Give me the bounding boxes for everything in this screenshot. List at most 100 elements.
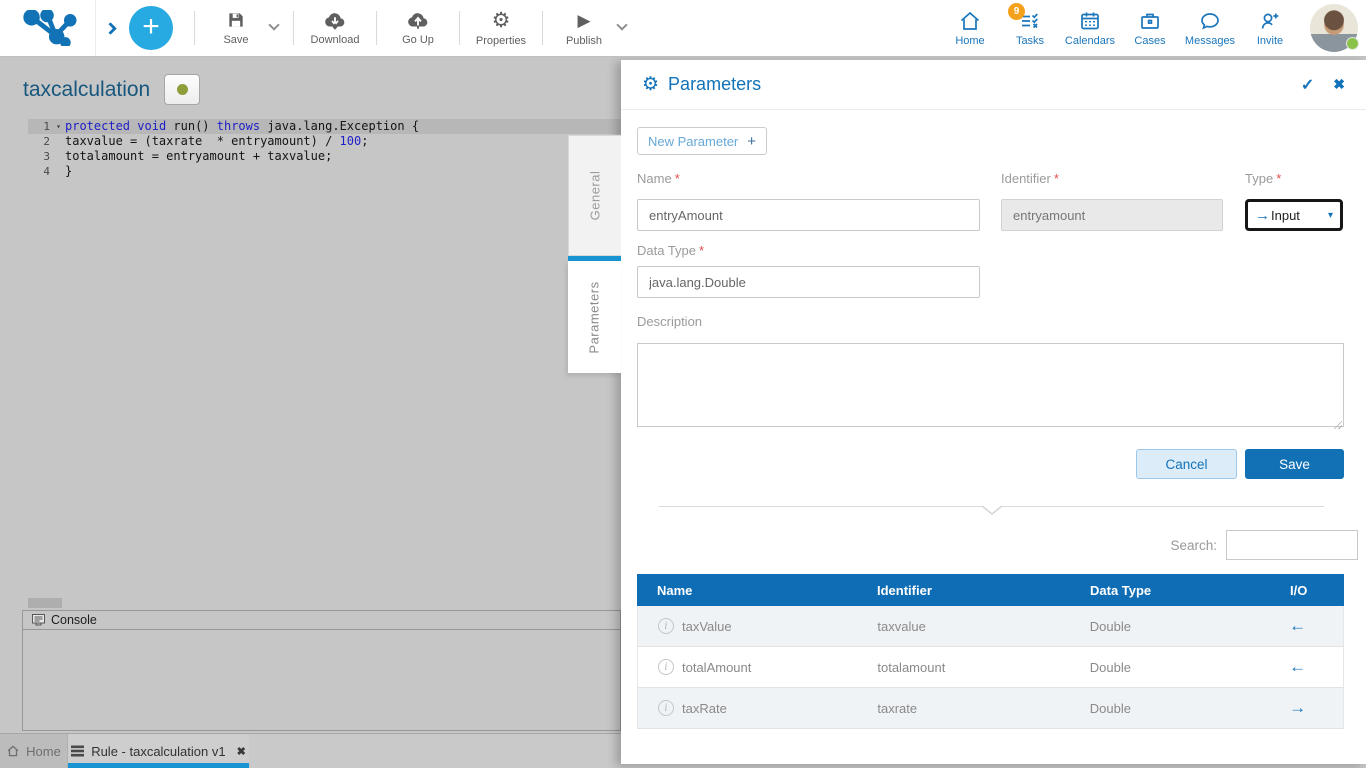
parameters-panel: ⚙ Parameters ✓ ✖ New Parameter + Name* I… bbox=[621, 60, 1366, 764]
toolbar-divider bbox=[194, 11, 195, 45]
close-tab-icon[interactable]: ✖ bbox=[237, 745, 246, 758]
column-header[interactable]: Identifier bbox=[857, 583, 1070, 598]
info-icon[interactable]: i bbox=[658, 700, 674, 716]
description-field[interactable] bbox=[637, 343, 1344, 427]
app-logo[interactable] bbox=[0, 0, 96, 56]
download-button[interactable]: Download bbox=[303, 0, 367, 56]
console-icon bbox=[32, 614, 45, 626]
publish-dropdown-icon[interactable] bbox=[616, 19, 627, 30]
code-line[interactable]: 3totalamount = entryamount + taxvalue; bbox=[28, 149, 621, 164]
panel-body: New Parameter + Name* Identifier* Type* … bbox=[621, 110, 1366, 729]
status-dot-icon bbox=[177, 84, 188, 95]
data-type-label: Data Type* bbox=[637, 243, 1344, 258]
add-button[interactable]: + bbox=[129, 6, 173, 50]
required-mark: * bbox=[675, 171, 680, 186]
side-tab-strip: General Parameters bbox=[568, 135, 621, 373]
save-button[interactable]: Save bbox=[204, 0, 268, 56]
save-button[interactable]: Save bbox=[1245, 449, 1344, 479]
nav-tasks[interactable]: 9 Tasks bbox=[1000, 9, 1060, 47]
table-row[interactable]: itaxRatetaxrateDouble→ bbox=[638, 688, 1343, 729]
nav-invite[interactable]: Invite bbox=[1240, 9, 1300, 47]
fold-arrow-icon bbox=[52, 164, 65, 179]
top-navigation: Home 9 Tasks Calendars Cases bbox=[940, 4, 1366, 52]
line-number: 1 bbox=[28, 119, 52, 134]
go-up-button[interactable]: Go Up bbox=[386, 0, 450, 56]
toolbar-divider bbox=[293, 11, 294, 45]
search-label: Search: bbox=[1170, 538, 1217, 553]
nav-cases-label: Cases bbox=[1134, 35, 1165, 47]
apply-icon[interactable]: ✓ bbox=[1301, 75, 1314, 95]
code-line[interactable]: 2taxvalue = (taxrate * entryamount) / 10… bbox=[28, 134, 621, 149]
code-lines: 1▾protected void run() throws java.lang.… bbox=[28, 119, 621, 179]
gear-icon: ⚙ bbox=[642, 75, 659, 94]
nav-home[interactable]: Home bbox=[940, 9, 1000, 47]
panel-header: ⚙ Parameters ✓ ✖ bbox=[621, 60, 1366, 110]
param-datatype-cell: Double bbox=[1070, 660, 1287, 675]
top-toolbar: + Save Download Go Up ⚙ Properties bbox=[0, 0, 1366, 57]
tab-parameters-label: Parameters bbox=[587, 281, 602, 353]
expand-menu-icon[interactable] bbox=[104, 22, 117, 35]
required-mark: * bbox=[1054, 171, 1059, 186]
table-row[interactable]: itotalAmounttotalamountDouble← bbox=[638, 647, 1343, 688]
flowable-logo-icon bbox=[19, 10, 77, 46]
publish-button[interactable]: ▶ Publish bbox=[552, 0, 616, 56]
search-input[interactable] bbox=[1226, 530, 1358, 560]
io-input-arrow-icon: → bbox=[1289, 698, 1306, 717]
collapse-divider[interactable] bbox=[659, 505, 1324, 517]
console-header[interactable]: Console bbox=[23, 611, 620, 630]
toolbar-divider bbox=[376, 11, 377, 45]
close-panel-icon[interactable]: ✖ bbox=[1333, 76, 1345, 93]
invite-person-icon bbox=[1258, 9, 1282, 33]
type-label: Type* bbox=[1245, 171, 1343, 186]
gear-icon: ⚙ bbox=[492, 10, 511, 31]
fold-arrow-icon[interactable]: ▾ bbox=[52, 119, 65, 134]
chevron-down-icon: ▾ bbox=[1328, 210, 1333, 221]
param-datatype-cell: Double bbox=[1070, 701, 1287, 716]
identifier-label: Identifier* bbox=[1001, 171, 1223, 186]
required-mark: * bbox=[1276, 171, 1281, 186]
new-parameter-button[interactable]: New Parameter + bbox=[637, 127, 767, 155]
user-avatar[interactable] bbox=[1310, 4, 1358, 52]
search-bar: Search: bbox=[637, 530, 1358, 560]
column-header[interactable]: Name bbox=[637, 583, 857, 598]
calendar-icon bbox=[1078, 9, 1102, 33]
home-icon bbox=[958, 9, 982, 33]
validation-status-button[interactable] bbox=[164, 74, 200, 105]
type-select[interactable]: → Input ▾ bbox=[1245, 199, 1343, 231]
name-field[interactable] bbox=[637, 199, 980, 231]
save-dropdown-icon[interactable] bbox=[268, 19, 279, 30]
properties-button[interactable]: ⚙ Properties bbox=[469, 0, 533, 56]
tab-active-label: Rule - taxcalculation v1 bbox=[91, 744, 225, 759]
param-name-cell: itaxValue bbox=[638, 618, 857, 634]
name-label: Name* bbox=[637, 171, 980, 186]
tab-parameters[interactable]: Parameters bbox=[568, 261, 621, 373]
table-row[interactable]: itaxValuetaxvalueDouble← bbox=[638, 606, 1343, 647]
type-value: Input bbox=[1271, 208, 1300, 223]
rule-rows-icon bbox=[71, 745, 84, 757]
nav-cases[interactable]: Cases bbox=[1120, 9, 1180, 47]
data-type-field[interactable] bbox=[637, 266, 980, 298]
form-actions: Cancel Save bbox=[637, 449, 1344, 479]
nav-calendars[interactable]: Calendars bbox=[1060, 9, 1120, 47]
code-line[interactable]: 4} bbox=[28, 164, 621, 179]
toolbar-divider bbox=[542, 11, 543, 45]
tab-general[interactable]: General bbox=[568, 135, 621, 256]
cancel-button[interactable]: Cancel bbox=[1136, 449, 1237, 479]
column-header[interactable]: I/O bbox=[1288, 583, 1344, 598]
nav-messages[interactable]: Messages bbox=[1180, 9, 1240, 47]
column-header[interactable]: Data Type bbox=[1070, 583, 1288, 598]
tab-rule-taxcalculation[interactable]: Rule - taxcalculation v1 ✖ bbox=[68, 734, 249, 768]
nav-home-label: Home bbox=[955, 35, 984, 47]
info-icon[interactable]: i bbox=[658, 618, 674, 634]
briefcase-icon bbox=[1138, 9, 1162, 33]
code-line[interactable]: 1▾protected void run() throws java.lang.… bbox=[28, 119, 621, 134]
tab-general-label: General bbox=[588, 171, 603, 221]
code-editor[interactable]: 1▾protected void run() throws java.lang.… bbox=[28, 119, 621, 179]
fold-arrow-icon bbox=[52, 149, 65, 164]
tab-home[interactable]: Home bbox=[0, 734, 68, 768]
code-text: totalamount = entryamount + taxvalue; bbox=[65, 149, 332, 164]
go-up-label: Go Up bbox=[402, 34, 434, 46]
go-up-icon bbox=[406, 10, 430, 30]
info-icon[interactable]: i bbox=[658, 659, 674, 675]
editor-hscrollbar[interactable] bbox=[28, 598, 62, 608]
